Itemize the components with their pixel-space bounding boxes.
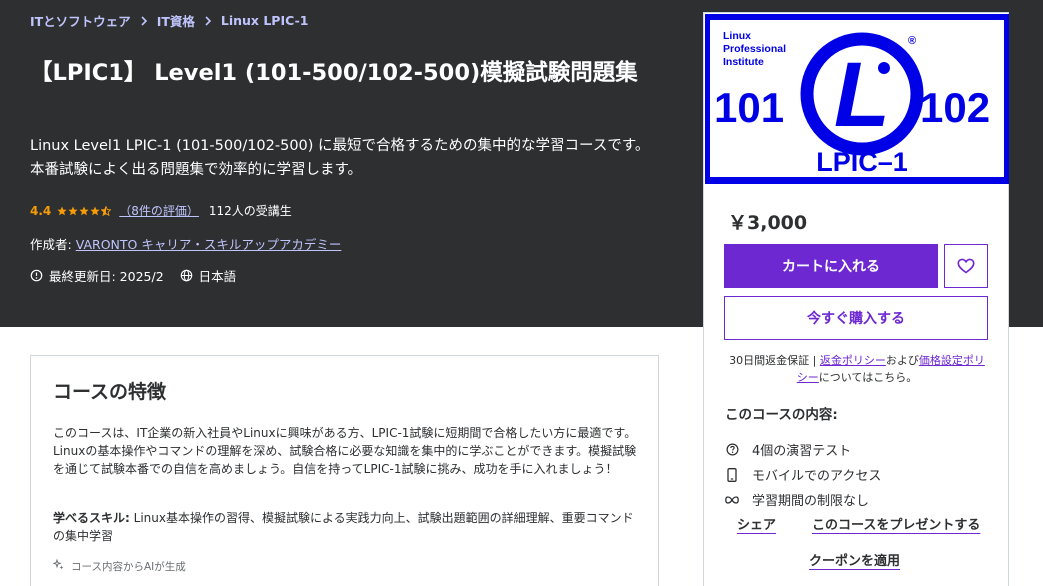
- includes-item: 4個の演習テスト: [725, 440, 851, 459]
- author-row: 作成者: VARONTO キャリア・スキルアップアカデミー: [30, 234, 341, 253]
- refund-policy-link[interactable]: 返金ポリシー: [820, 354, 886, 367]
- star-icon: [79, 206, 89, 215]
- language: 日本語: [198, 269, 237, 284]
- last-updated: 最終更新日: 2025/2: [49, 269, 164, 284]
- sparkle-icon: [52, 558, 65, 574]
- chevron-right-icon: [140, 15, 148, 26]
- course-features-box: コースの特徴 このコースは、IT企業の新入社員やLinuxに興味がある方、LPI…: [30, 355, 659, 586]
- lpic-label: LPIC–1: [816, 147, 908, 177]
- includes-item: モバイルでのアクセス: [725, 465, 881, 484]
- breadcrumb-item[interactable]: Linux LPIC-1: [221, 13, 309, 28]
- star-icon: [90, 206, 100, 215]
- alert-clock-icon: [30, 269, 43, 282]
- features-description: このコースは、IT企業の新入社員やLinuxに興味がある方、LPIC-1試験に短…: [53, 426, 637, 476]
- wishlist-button[interactable]: [944, 244, 988, 288]
- course-thumbnail[interactable]: Linux Professional Institute L ® 101 102…: [705, 14, 1009, 184]
- skills-label: 学べるスキル:: [53, 511, 130, 525]
- includes-item: 学習期間の制限なし: [725, 490, 869, 509]
- includes-label: モバイルでのアクセス: [752, 469, 882, 484]
- gift-course-link[interactable]: このコースをプレゼントする: [812, 514, 980, 533]
- share-link[interactable]: シェア: [737, 514, 776, 533]
- apply-coupon-link[interactable]: クーポンを適用: [809, 550, 900, 569]
- features-title: コースの特徴: [53, 381, 167, 403]
- lpi-text-line: Professional: [723, 43, 786, 55]
- rating-count-link[interactable]: （8件の評価）: [119, 202, 199, 219]
- globe-icon: [180, 269, 193, 282]
- skills-text: Linux基本操作の習得、模擬試験による実践力向上、試験出題範囲の詳細理解、重要…: [53, 511, 634, 543]
- mobile-phone-icon: [725, 467, 739, 482]
- author-label: 作成者:: [30, 237, 72, 252]
- course-meta: 最終更新日: 2025/2 日本語: [30, 266, 236, 285]
- lpic-logo: Linux Professional Institute L ® 101 102…: [714, 30, 990, 177]
- breadcrumb-item[interactable]: IT資格: [157, 11, 195, 30]
- chevron-right-icon: [204, 15, 212, 26]
- heart-icon: [957, 258, 975, 274]
- course-title: 【LPIC1】 Level1 (101-500/102-500)模擬試験問題集: [30, 60, 638, 86]
- features-skills: 学べるスキル: Linux基本操作の習得、模擬試験による実践力向上、試験出題範囲…: [53, 509, 639, 545]
- logo-dot: [878, 62, 890, 74]
- lpi-text-line: Institute: [723, 56, 764, 68]
- student-count: 112人の受講生: [208, 204, 292, 218]
- infinity-icon: [725, 493, 739, 507]
- course-headline: Linux Level1 LPIC-1 (101-500/102-500) に最…: [30, 138, 650, 178]
- guarantee-and: および: [885, 354, 919, 367]
- logo-letter: L: [834, 44, 890, 146]
- includes-label: 4個の演習テスト: [752, 444, 852, 459]
- guarantee-suffix: についてはこちら。: [818, 371, 918, 384]
- rating-row: 4.4 （8件の評価） 112人の受講生: [30, 202, 292, 219]
- exam-number-right: 102: [920, 84, 990, 131]
- add-to-cart-button[interactable]: カートに入れる: [724, 244, 938, 288]
- includes-title: このコースの内容:: [725, 407, 838, 423]
- buy-now-button[interactable]: 今すぐ購入する: [724, 296, 988, 340]
- registered-mark: ®: [908, 35, 916, 47]
- lpi-text-line: Linux: [723, 30, 751, 42]
- half-star-icon: [101, 205, 112, 216]
- thumbnail-frame: Linux Professional Institute L ® 101 102…: [710, 20, 1004, 177]
- guarantee-prefix: 30日間返金保証 |: [729, 354, 820, 367]
- star-rating: [57, 205, 112, 216]
- breadcrumb-item[interactable]: ITとソフトウェア: [30, 11, 131, 30]
- exam-number-left: 101: [714, 84, 784, 131]
- price: ￥3,000: [728, 212, 808, 234]
- rating-score: 4.4: [30, 203, 52, 218]
- purchase-card: Linux Professional Institute L ® 101 102…: [703, 12, 1009, 586]
- breadcrumb: ITとソフトウェア IT資格 Linux LPIC-1: [30, 11, 308, 30]
- ai-note: コース内容からAIが生成: [52, 558, 186, 574]
- question-circle-icon: [725, 443, 739, 457]
- star-icon: [68, 206, 78, 215]
- star-icon: [57, 206, 67, 215]
- guarantee-text: 30日間返金保証 | 返金ポリシーおよび価格設定ポリシーについてはこちら。: [724, 352, 990, 386]
- ai-note-text: コース内容からAIが生成: [71, 561, 186, 573]
- includes-label: 学習期間の制限なし: [752, 494, 870, 509]
- author-link[interactable]: VARONTO キャリア・スキルアップアカデミー: [76, 234, 342, 253]
